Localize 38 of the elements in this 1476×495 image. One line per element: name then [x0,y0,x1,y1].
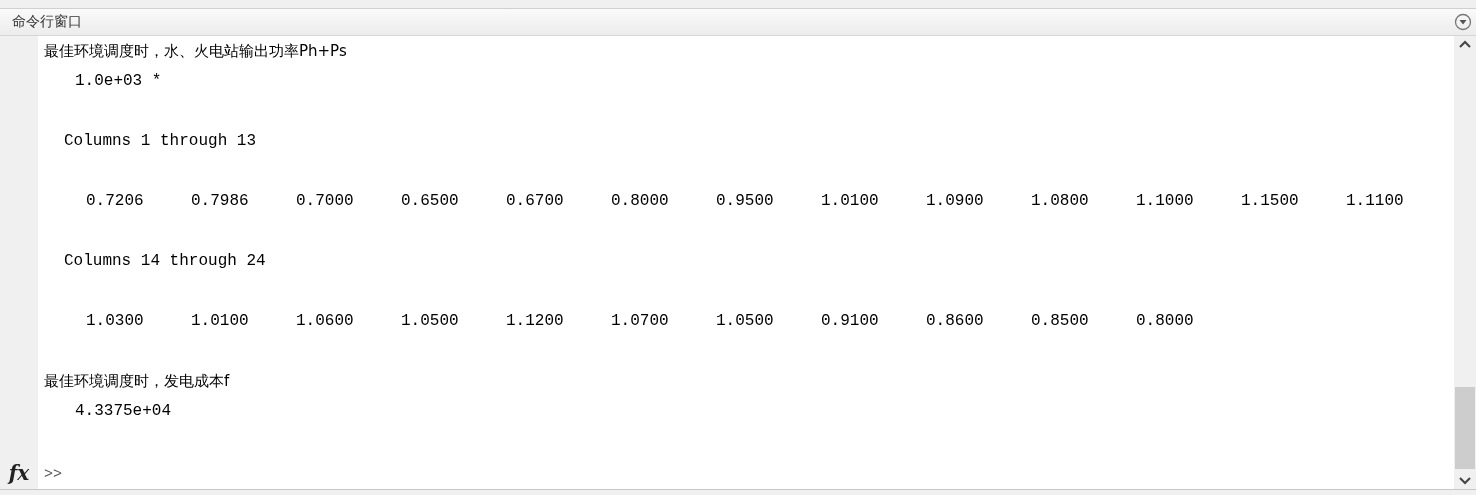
output-value: 0.8000 [1136,311,1195,332]
output-value: 1.0800 [1031,191,1090,212]
output-value: 1.1000 [1136,191,1195,212]
output-value: 1.0500 [716,311,775,332]
output-number: 1.0e+03 * [75,72,162,90]
window-title: 命令行窗口 [12,13,82,31]
columns-label: Columns 1 through 13 [64,132,257,150]
output-value: 1.0100 [191,311,250,332]
output-value: 0.8000 [611,191,670,212]
output-value: 1.0500 [401,311,460,332]
output-value: 0.7986 [191,191,250,212]
columns-label: Columns 14 through 24 [64,252,266,270]
output-value: 0.9100 [821,311,880,332]
scrollbar-thumb[interactable] [1455,387,1475,469]
output-value: 0.8500 [1031,311,1090,332]
vertical-scrollbar[interactable] [1454,36,1476,489]
scroll-up-icon[interactable] [1459,40,1471,48]
output-value: 1.1500 [1241,191,1300,212]
output-text: 最佳环境调度时，发电成本f [44,372,230,390]
output-number: 4.3375e+04 [75,402,171,420]
output-value: 1.0100 [821,191,880,212]
output-value: 0.9500 [716,191,775,212]
dropdown-circle-icon[interactable] [1454,13,1472,31]
output-value: 0.6700 [506,191,565,212]
output-text: 最佳环境调度时，水、火电站输出功率Ph+Ps [44,42,347,60]
output-value: 1.0300 [86,311,145,332]
output-value: 1.1100 [1346,191,1405,212]
output-value: 1.0700 [611,311,670,332]
scroll-down-icon[interactable] [1459,477,1471,485]
output-value: 0.7000 [296,191,355,212]
output-value: 1.0600 [296,311,355,332]
output-value: 0.8600 [926,311,985,332]
command-prompt[interactable]: >> [44,465,62,483]
output-value: 1.1200 [506,311,565,332]
output-value: 0.7206 [86,191,145,212]
output-value: 1.0900 [926,191,985,212]
function-button[interactable]: fx [8,461,30,485]
output-value: 0.6500 [401,191,460,212]
